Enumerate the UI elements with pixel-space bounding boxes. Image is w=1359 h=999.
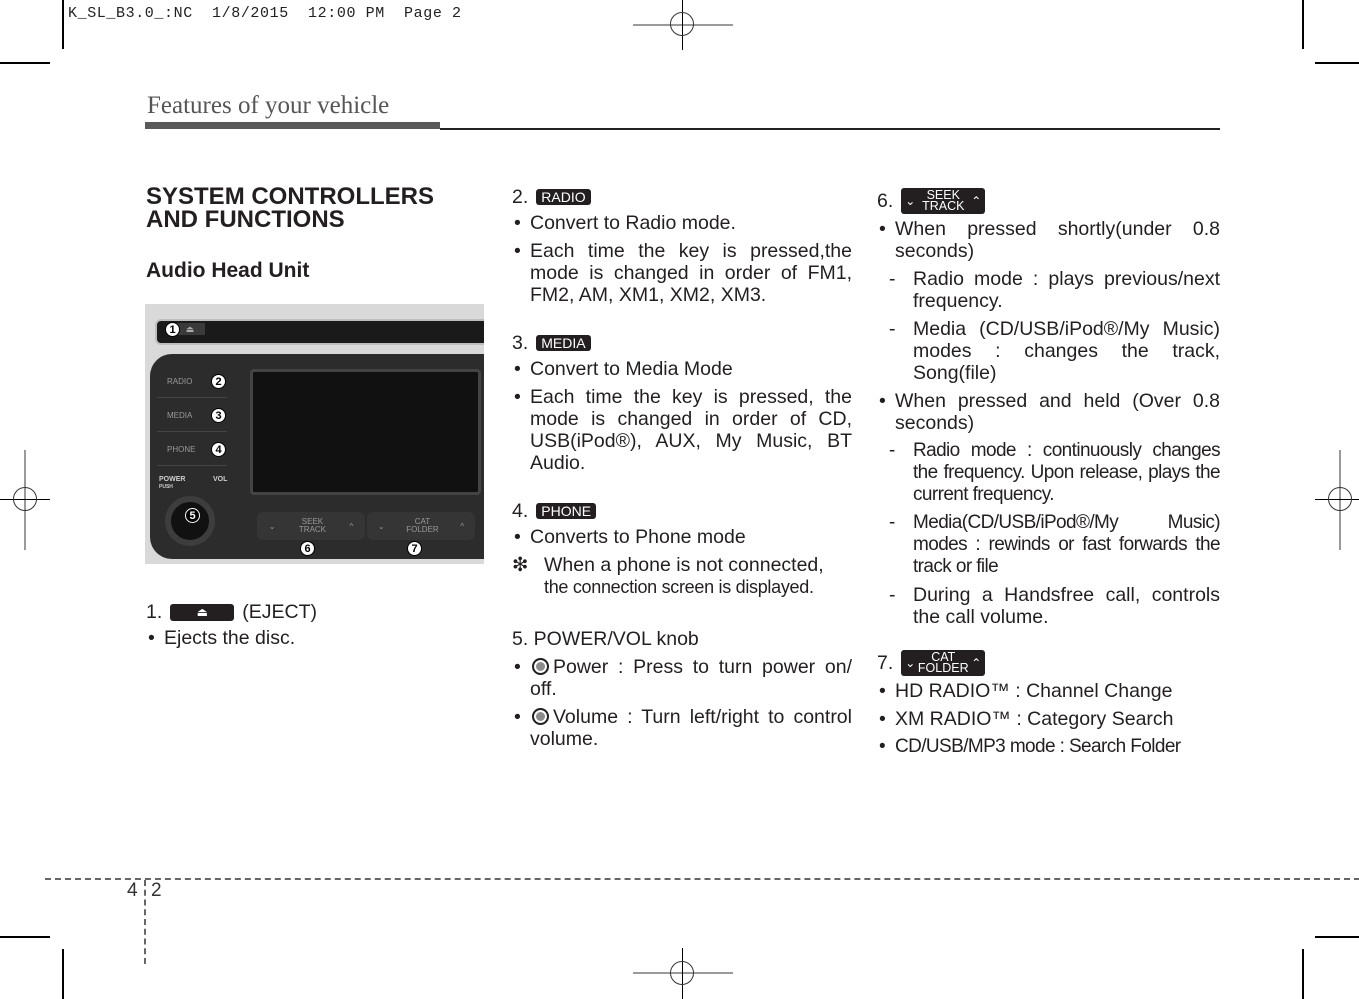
page-number: 2 <box>151 880 162 901</box>
page-title-line-1: SYSTEM CONTROLLERS <box>146 183 435 210</box>
item-number: 1. <box>146 601 163 623</box>
figure-power-label: POWER <box>159 476 186 483</box>
bullet-text: XM RADIO™ : Category Search <box>877 708 1220 730</box>
radio-key: RADIO <box>536 189 591 205</box>
callout-3: 3 <box>211 408 226 423</box>
chevron-down-icon: ⌄ <box>905 194 916 208</box>
chevron-up-icon: ⌃ <box>971 656 982 670</box>
dash-item: - Media (CD/USB/iPod®/My Music) modes : c… <box>889 318 1220 384</box>
dash-text: Radio mode : continuously changes the fr… <box>913 440 1221 505</box>
seek-track-key: ⌄ SEEK TRACK ⌃ <box>901 188 986 214</box>
figure-folder-label: FOLDER <box>406 525 439 534</box>
knob-icon <box>532 658 549 675</box>
dash-item: - Media(CD/USB/iPod®/My Music) modes : re… <box>889 512 1221 578</box>
item-number: 7. <box>877 652 894 674</box>
note: ❇ When a phone is not connected, the con… <box>512 554 852 598</box>
callout-5: 5 <box>185 508 200 523</box>
column-3: 6. ⌄ SEEKTRACK ⌃ When pressed shortly(un… <box>877 188 1221 764</box>
bullet-text: Each time the key is pressed,the mode is… <box>512 240 852 306</box>
item-eject: 1. ⏏ (EJECT) Ejects the disc. <box>146 601 486 655</box>
dash-mark: - <box>889 318 896 340</box>
chevron-down-icon: ⌄ <box>377 521 385 531</box>
figure-vol-label: VOL <box>213 476 228 483</box>
unit-screen <box>250 369 481 495</box>
page-title-line-2: AND FUNCTIONS <box>146 206 345 233</box>
section-title: Features of your vehicle <box>147 92 390 119</box>
eject-icon: ⏏ <box>196 605 208 619</box>
page-title: SYSTEM CONTROLLERS AND FUNCTIONS <box>146 183 486 233</box>
callout-1: 1 <box>165 322 180 337</box>
dash-mark: - <box>889 584 896 606</box>
header-rule <box>440 128 1220 130</box>
dash-mark: - <box>889 512 895 533</box>
chevron-up-icon: ⌃ <box>971 194 982 208</box>
bullet-text: Ejects the disc. <box>146 627 486 649</box>
phone-key: PHONE <box>536 503 597 519</box>
chevron-up-icon: ^ <box>460 521 465 531</box>
dash-text: Media(CD/USB/iPod®/My Music) modes : rew… <box>913 512 1221 577</box>
header-bar <box>145 122 440 129</box>
bullet-text: Converts to Phone mode <box>512 526 852 548</box>
column-2: 2. RADIO Convert to Radio mode. Each tim… <box>512 186 852 756</box>
dash-text: Media (CD/USB/iPod®/My Music) modes : ch… <box>913 318 1220 384</box>
note-asterisk-icon: ❇ <box>512 554 529 576</box>
chevron-up-icon: ^ <box>349 521 354 531</box>
bullet-text: Each time the key is pressed, the mode i… <box>512 386 852 474</box>
figure-track-label: TRACK <box>298 525 327 534</box>
key-label-bottom: TRACK <box>922 199 965 213</box>
audio-head-unit-figure: ⏏ RADIO MEDIA PHONE POWER PUSH VOL ⌄ SEE… <box>145 304 484 564</box>
bullet-text: CD/USB/MP3 mode : Search Folder <box>877 736 1220 758</box>
cat-folder-key: ⌄ CAT FOLDER ⌃ <box>901 650 986 676</box>
bullet-text: Convert to Radio mode. <box>512 212 852 234</box>
figure-push-label: PUSH <box>159 484 173 490</box>
bullet-text: Volume : Turn left/right to control volu… <box>530 706 852 750</box>
callout-7: 7 <box>407 541 422 556</box>
note-line-1: When a phone is not connected, <box>544 554 824 576</box>
dash-mark: - <box>889 268 896 290</box>
chapter-number: 4 <box>127 880 138 901</box>
bullet-volume: Volume : Turn left/right to control volu… <box>512 706 852 750</box>
knob-icon <box>532 708 549 725</box>
dash-item: - During a Handsfree call, controls the c… <box>889 584 1220 628</box>
figure-cat-folder-button: ⌄ CAT FOLDER ^ <box>367 512 475 540</box>
figure-seek-track-button: ⌄ SEEK TRACK ^ <box>257 512 365 540</box>
bullet-text: Power : Press to turn power on/ off. <box>530 656 852 700</box>
footer-divider <box>144 880 146 964</box>
bullet-text: HD RADIO™ : Channel Change <box>877 680 1220 702</box>
item-number: 4. <box>512 500 529 522</box>
dash-item: - Radio mode : continuously changes the f… <box>889 440 1221 506</box>
item-number: 2. <box>512 186 529 208</box>
bullet-text: When pressed shortly(under 0.8 seconds) <box>877 218 1220 262</box>
bullet-text: When pressed and held (Over 0.8 seconds) <box>877 390 1220 434</box>
key-label-bottom: FOLDER <box>917 661 969 675</box>
callout-6: 6 <box>300 541 315 556</box>
media-key: MEDIA <box>536 335 591 351</box>
dash-text: During a Handsfree call, controls the ca… <box>913 584 1220 628</box>
dash-text: Radio mode : plays previous/next frequen… <box>913 268 1220 312</box>
item-number: 6. <box>877 190 894 212</box>
chevron-down-icon: ⌄ <box>268 521 276 531</box>
dash-item: - Radio mode : plays previous/next freque… <box>889 268 1220 312</box>
print-slug: K_SL_B3.0_:NC 1/8/2015 12:00 PM Page 2 <box>68 5 462 22</box>
column-1: SYSTEM CONTROLLERS AND FUNCTIONS Audio H… <box>146 185 486 283</box>
subtitle: Audio Head Unit <box>146 259 310 282</box>
dash-mark: - <box>889 440 895 461</box>
footer-rule <box>45 878 1359 880</box>
callout-4: 4 <box>211 442 226 457</box>
eject-key: ⏏ <box>170 603 235 621</box>
chevron-down-icon: ⌄ <box>905 656 916 670</box>
note-line-2: the connection screen is displayed. <box>544 577 814 597</box>
bullet-power: Power : Press to turn power on/ off. <box>512 656 852 700</box>
item-number-label: 5. POWER/VOL knob <box>512 628 699 650</box>
item-number: 3. <box>512 332 529 354</box>
callout-2: 2 <box>211 374 226 389</box>
bullet-text: Convert to Media Mode <box>512 358 852 380</box>
eject-label: (EJECT) <box>242 601 318 623</box>
